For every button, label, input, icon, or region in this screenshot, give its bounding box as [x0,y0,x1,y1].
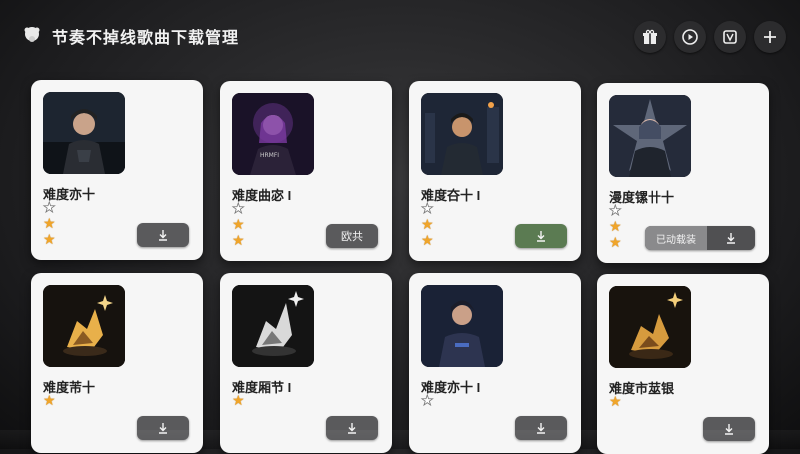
difficulty-stars: ★ ★ ★ [43,199,56,247]
song-cover-image [43,285,125,367]
star-filled-icon: ★ [421,216,434,232]
download-status-label: 已动载装 [645,226,707,250]
cover-art [421,93,503,175]
tv-icon [723,30,737,44]
cover-art [232,285,314,367]
song-card[interactable]: 难度夻十 I ★ ★ ★ [409,81,581,261]
difficulty-stars: ★ [232,393,245,408]
gift-button[interactable] [634,21,666,53]
song-cover-image [232,285,314,367]
cover-art: HRMFI [232,93,314,175]
floor-reflection [0,430,800,449]
button-label: 欧共 [341,231,363,243]
cover-art [609,95,691,177]
plus-icon [764,31,776,43]
star-filled-icon: ★ [421,232,434,248]
svg-text:HRMFI: HRMFI [260,152,279,159]
tv-button[interactable] [714,21,746,53]
star-filled-icon: ★ [609,218,622,234]
star-empty-icon: ★ [421,200,434,216]
difficulty-stars: ★ ★ ★ [609,202,622,250]
star-empty-icon: ★ [609,202,622,218]
difficulty-stars: ★ ★ ★ [421,200,434,248]
download-action[interactable] [707,226,755,250]
song-card[interactable]: HRMFI 难度曲宓 I ★ ★ ★ 欧共 [220,81,392,261]
song-card[interactable]: 难度市莁银 ★ [597,274,769,454]
star-filled-icon: ★ [43,231,56,247]
cover-art [43,92,125,174]
song-cover-image [421,93,503,175]
difficulty-stars: ★ [609,394,622,409]
difficulty-stars: ★ [43,393,56,408]
star-filled-icon: ★ [232,392,245,408]
play-circle-icon [682,29,698,45]
star-empty-icon: ★ [421,392,434,408]
add-button[interactable] [754,21,786,53]
star-filled-icon: ★ [609,234,622,250]
star-filled-icon: ★ [232,232,245,248]
download-icon [727,233,735,244]
cover-art [421,285,503,367]
song-cover-image [421,285,503,367]
gift-icon [643,29,657,44]
song-cover-image: HRMFI [232,93,314,175]
star-empty-icon: ★ [43,199,56,215]
play-button[interactable] [674,21,706,53]
song-card[interactable]: 难度厢节 I ★ [220,273,392,453]
download-button[interactable] [515,224,567,248]
download-button[interactable]: 欧共 [326,224,378,248]
top-bar: 节奏不掉线歌曲下载管理 [0,0,800,70]
song-card[interactable]: 难度芾十 ★ [31,273,203,453]
difficulty-stars: ★ [421,392,434,408]
app-logo-icon [24,27,40,42]
song-card[interactable]: 漫度镙卄十 ★ ★ ★ 已动载装 [597,83,769,263]
download-button[interactable] [137,223,189,247]
star-filled-icon: ★ [609,393,622,409]
star-filled-icon: ★ [43,392,56,408]
star-filled-icon: ★ [43,215,56,231]
song-card[interactable]: 难度亦十 I ★ [409,273,581,453]
download-icon [159,230,167,241]
cover-art [609,286,691,368]
top-actions [634,21,786,53]
song-cover-image [609,286,691,368]
star-empty-icon: ★ [232,200,245,216]
song-card[interactable]: 难度亦十 ★ ★ ★ [31,80,203,260]
song-cover-image [609,95,691,177]
song-cover-image [43,92,125,174]
download-icon [537,231,545,242]
app-title: 节奏不掉线歌曲下载管理 [52,30,240,47]
difficulty-stars: ★ ★ ★ [232,200,245,248]
star-filled-icon: ★ [232,216,245,232]
download-button[interactable]: 已动载装 [645,226,755,250]
cover-art [43,285,125,367]
